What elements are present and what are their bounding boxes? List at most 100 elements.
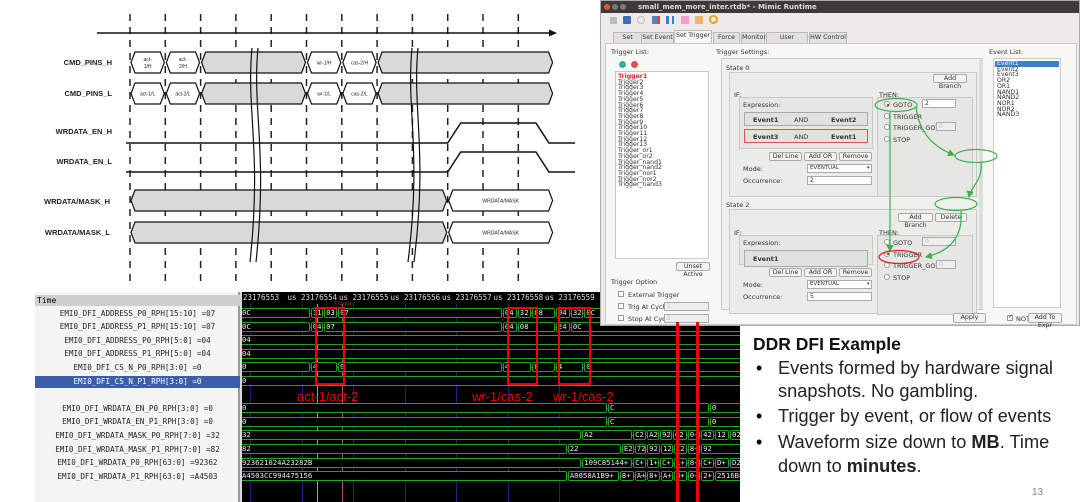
bullet-text: Trigger by event, or flow of events (778, 406, 1052, 426)
enable-waveform (126, 122, 575, 144)
bus-segment (200, 82, 307, 105)
signal-name[interactable]: EMI0_DFI_WRDATA_EN_P0_RPH[3:0] =0 (35, 403, 240, 415)
cursor-line[interactable] (676, 322, 679, 502)
annotation-box (558, 307, 591, 385)
signal-value: 0 (242, 416, 607, 427)
signal-value: C+ (633, 457, 647, 468)
trigger-highlight (878, 249, 920, 265)
bus-segment (130, 221, 448, 244)
bus-segment-label: WRDATA/MASK (482, 231, 519, 237)
bus-segment-label: wr-1/L (317, 92, 331, 98)
signal-value: 72 (634, 444, 647, 454)
bus-segment (130, 189, 448, 212)
signal-name[interactable]: EMI0_DFI_WRDATA_MASK_P0_RPH[7:0] =32 (35, 430, 240, 442)
signal-value: 8+ (647, 471, 660, 482)
bullet-icon: • (756, 406, 763, 426)
slide-title: DDR DFI Example (753, 334, 901, 354)
signal-value: 1+ (647, 457, 659, 468)
text: . (916, 456, 922, 476)
signal-value: D+ (715, 457, 729, 468)
annotation-label: act-1/act-2 (297, 389, 359, 404)
bullet-icon: • (756, 432, 763, 452)
bullet-text: Waveform size down to MB. Time (778, 432, 1049, 453)
signal-value: 32 (242, 430, 582, 441)
signal-value: 0C (242, 321, 310, 332)
signal-value: C+ (701, 457, 715, 468)
signal-value: 82 (242, 444, 567, 454)
annotation-label: wr-1/cas-2 (472, 389, 533, 404)
bullet-icon: • (756, 358, 763, 378)
signal-value: 0 (584, 362, 740, 373)
signal-value: A+ (660, 471, 673, 482)
state2-highlight (934, 196, 978, 212)
signal-value: 22 (567, 444, 621, 454)
signal-value: C (607, 403, 709, 414)
signal-value: 92 (701, 444, 740, 454)
signal-value: 0 (709, 403, 740, 414)
signal-value: A2 (582, 430, 633, 441)
signal-value: 0 (242, 362, 310, 373)
signal-value: 8+ (619, 471, 634, 482)
flow-annotations (874, 97, 998, 265)
signal-value: C2 (672, 430, 687, 441)
signal-value: 923621024A23282B (242, 457, 582, 468)
signal-value: 07 (338, 308, 502, 318)
signal-value: E2 (621, 444, 634, 454)
ddr-timing-diagram: CMD_PINS_H CMD_PINS_L WRDATA_EN_H WRDATA… (44, 14, 575, 286)
signal-value: D29 (729, 457, 740, 468)
page-number: 13 (1032, 487, 1044, 498)
signal-value: C (607, 416, 709, 427)
signal-value: 2+ (701, 471, 715, 482)
bus-segment-label: act-1/L (140, 92, 156, 98)
signal-label: WRDATA_EN_L (56, 157, 112, 166)
signal-value: 2516B8 (715, 471, 740, 482)
signal-value: C+ (659, 457, 673, 468)
signal-name[interactable]: EMI0_DFI_WRDATA_P0_RPH[63:0] =92362 (35, 457, 240, 469)
signal-value: 109C85144+ (582, 457, 633, 468)
signal-name[interactable]: EMI0_DFI_ADDRESS_P0_RPH[15:10] =07 (35, 308, 240, 320)
signal-value: A4503CC994475156 (242, 471, 567, 482)
signal-name[interactable]: EMI0_DFI_ADDRESS_P0_RPH[5:0] =04 (35, 335, 240, 347)
annotation-box (315, 307, 345, 385)
time-tick-label: 23176553 (243, 293, 280, 302)
signal-value: 0 (709, 416, 740, 427)
signal-value: 0 (338, 362, 502, 373)
signal-label: CMD_PINS_H (64, 58, 112, 67)
signal-value: 92 (647, 444, 660, 454)
bus-segment-label: 2/H (179, 64, 187, 70)
signal-name[interactable]: EMI0_DFI_WRDATA_P1_RPH[63:0] =A4503 (35, 471, 240, 483)
time-tick-label: us 23176556 (390, 293, 441, 302)
signal-name[interactable]: EMI0_DFI_CS_N_P1_RPH[3:0] =0 (35, 375, 240, 388)
mimic-runtime-window: small_mem_more_inter.rtdb* - Mimic Runti… (600, 0, 1080, 329)
signal-value: A2 (647, 430, 659, 441)
signal-name[interactable]: EMI0_DFI_ADDRESS_P1_RPH[5:0] =04 (35, 348, 240, 360)
bus-segment (377, 51, 554, 74)
time-tick-label: us 23176559 (545, 293, 595, 302)
time-tick-label: us 23176554 (287, 293, 338, 302)
cursor-line[interactable] (696, 322, 699, 502)
signal-value: 02 (729, 430, 740, 441)
annotation-box (507, 307, 538, 385)
signal-name[interactable]: EMI0_DFI_ADDRESS_P1_RPH[15:10] =07 (35, 321, 240, 333)
signal-value: 07 (324, 321, 502, 332)
signal-value: 12 (660, 444, 673, 454)
bullet-text: snapshots. No gambling. (778, 381, 979, 401)
signal-name[interactable]: EMI0_DFI_WRDATA_MASK_P1_RPH[7:0] =82 (35, 444, 240, 456)
signal-value: 42 (701, 430, 715, 441)
signal-label: WRDATA/MASK_L (45, 228, 111, 237)
bus-segment-label: act- (179, 57, 188, 63)
time-tick-label: us 23176558 (493, 293, 544, 302)
signal-label: WRDATA_EN_H (56, 127, 112, 136)
text: down to (778, 456, 847, 476)
bus-segment-label: act- (143, 57, 152, 63)
signal-value: 0C (242, 308, 310, 318)
signal-name[interactable]: EMI0_DFI_CS_N_P0_RPH[3:0] =0 (35, 362, 240, 374)
signal-value: 0 (242, 403, 607, 414)
signal-name[interactable]: EMI0_DFI_WRDATA_EN_P1_RPH[3:0] =0 (35, 416, 240, 428)
time-header: Time (35, 295, 240, 306)
bus-segment-label: 1/H (144, 64, 152, 70)
annotation-label: wr-1/cas-2 (553, 389, 614, 404)
goto-highlight (874, 97, 918, 113)
bus-segment-label: cas-2/L (351, 92, 368, 98)
signal-value: C2 (633, 430, 647, 441)
